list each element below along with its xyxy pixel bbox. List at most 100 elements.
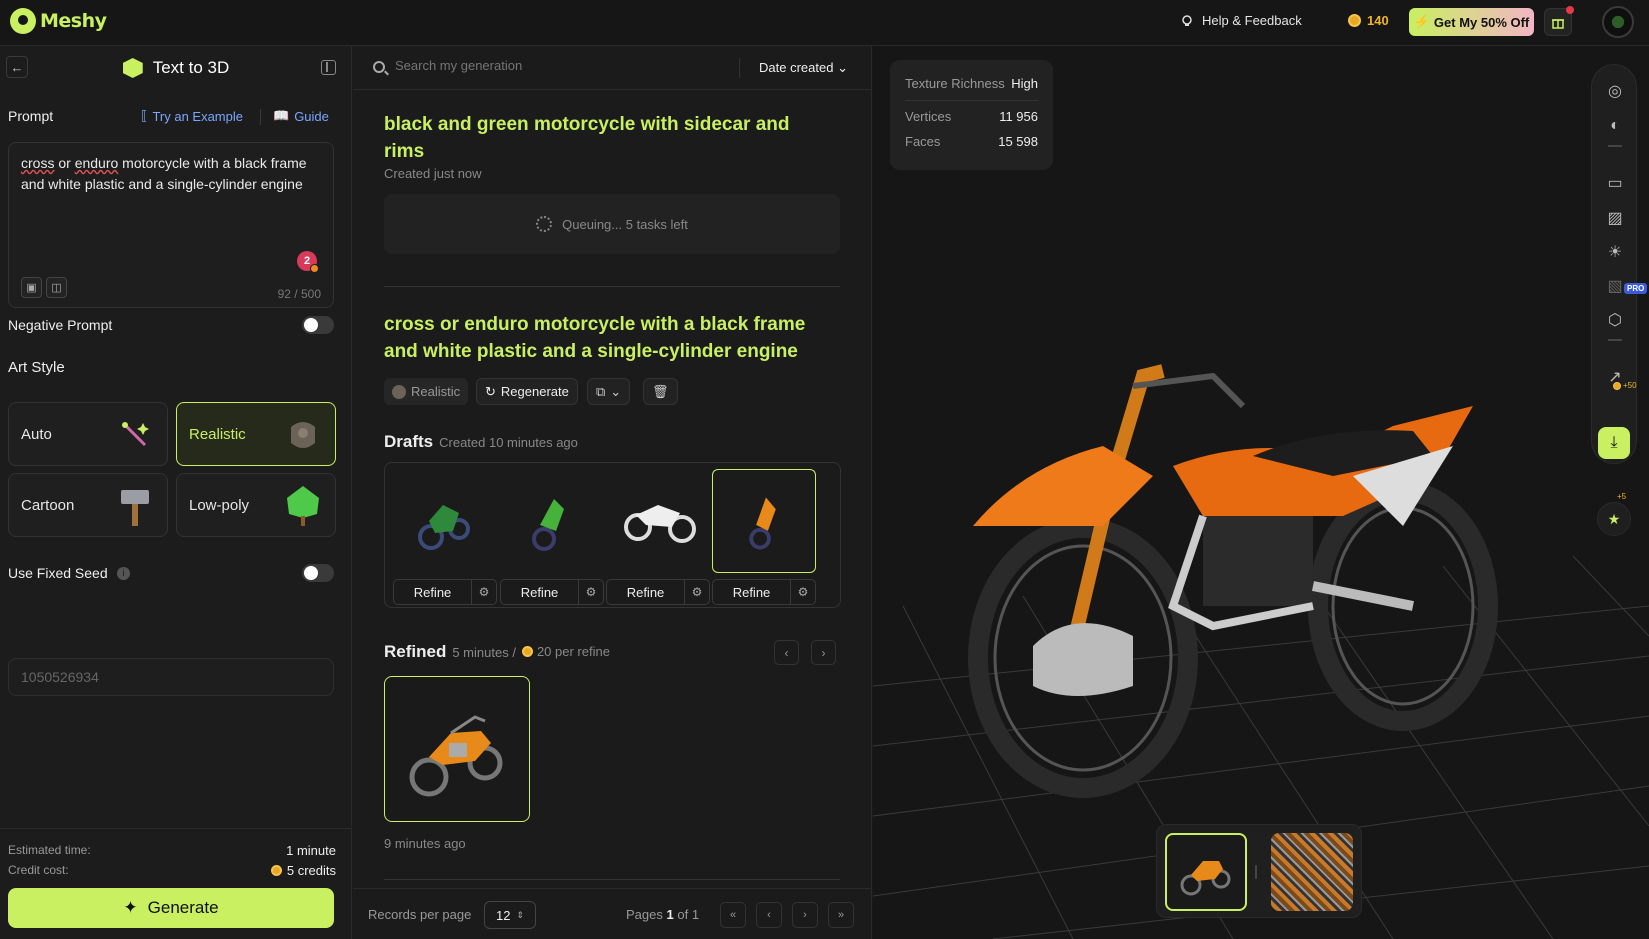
image-to-prompt-icon[interactable]: ▣	[21, 277, 42, 298]
prev-button[interactable]: ‹	[774, 640, 799, 665]
style-auto[interactable]: Auto	[8, 402, 168, 466]
refine-control: Refine ⚙	[606, 579, 710, 605]
divider	[1608, 145, 1622, 147]
viewer-toolbar: ◎ ◐ ▭ ▨ ☀ ▧ PRO ⬡ +50 ↗ ⤓	[1591, 64, 1648, 464]
settings-gear-icon[interactable]: ⚙	[685, 580, 709, 604]
divider	[384, 286, 840, 287]
negative-prompt-toggle[interactable]	[302, 316, 334, 334]
style-label: Cartoon	[21, 496, 75, 514]
sparkle-icon: ✦	[123, 898, 138, 917]
settings-gear-icon[interactable]: ⚙	[472, 580, 496, 604]
copy-dropdown[interactable]: ⧉ ⌄	[587, 378, 631, 405]
refine-button[interactable]: Refine	[394, 580, 472, 604]
model-stats-panel: Texture Richness High Vertices 11 956 Face…	[890, 60, 1053, 170]
motorcycle-image	[532, 499, 564, 551]
model-view-thumbnail[interactable]	[1165, 833, 1247, 911]
texture-icon[interactable]: ▧	[1605, 276, 1625, 296]
texture-map-thumbnail[interactable]	[1271, 833, 1353, 911]
draft-thumbnail[interactable]	[500, 469, 604, 573]
refine-button[interactable]: Refine	[713, 580, 791, 604]
refine-control: Refine ⚙	[712, 579, 816, 605]
prompt-label: Prompt	[8, 108, 54, 124]
seed-input[interactable]: 1050526934	[8, 658, 334, 696]
try-example-link[interactable]: ⟦ Try an Example	[141, 108, 243, 124]
panel-title: Text to 3D	[152, 58, 230, 77]
motorcycle-model	[968, 364, 1498, 798]
first-page-button[interactable]: «	[720, 902, 746, 928]
help-feedback-label: Help & Feedback	[1202, 13, 1302, 28]
offer-label: Get My 50% Off	[1433, 14, 1530, 30]
get-discount-button[interactable]: ⚡ Get My 50% Off	[1409, 8, 1534, 36]
sort-dropdown[interactable]: Date created ⌄	[759, 60, 848, 76]
est-time-label: Estimated time:	[8, 843, 91, 857]
armor-thumbnail	[291, 422, 315, 448]
pages-info: Pages 1 of 1	[626, 907, 699, 922]
try-example-label: Try an Example	[152, 108, 243, 124]
next-page-button[interactable]: ›	[792, 902, 818, 928]
settings-gear-icon[interactable]: ⚙	[791, 580, 815, 604]
download-button[interactable]: ⤓	[1598, 427, 1630, 459]
records-per-page-select[interactable]: 12 ⇕	[484, 901, 536, 929]
collapse-panel-icon[interactable]	[321, 60, 336, 75]
feedback-star-button[interactable]: ★	[1597, 502, 1631, 536]
divider	[384, 879, 840, 880]
refined-model-card[interactable]	[384, 676, 530, 822]
regenerate-button[interactable]: ↻ Regenerate	[476, 378, 578, 405]
wireframe-icon[interactable]: ▨	[1605, 208, 1625, 228]
gift-button[interactable]	[1544, 6, 1574, 36]
sphere-grid-icon[interactable]: ◎	[1605, 81, 1625, 101]
arrow-left-icon: ←	[10, 59, 24, 75]
motorcycle-image	[749, 497, 776, 550]
coin-icon	[270, 865, 282, 876]
style-label: Auto	[21, 425, 52, 443]
draft-thumbnail[interactable]	[606, 469, 710, 573]
style-realistic[interactable]: Realistic	[176, 402, 336, 466]
model-icon[interactable]: ⬡	[1605, 310, 1625, 330]
lightbulb-icon	[1182, 14, 1192, 26]
refine-cost: 20 per refine	[536, 644, 610, 659]
guide-link[interactable]: 📖 Guide	[273, 108, 329, 124]
prev-page-button[interactable]: ‹	[756, 902, 782, 928]
lightning-icon: ⚡	[1413, 14, 1430, 29]
3d-viewer[interactable]: Texture Richness High Vertices 11 956 Face…	[873, 46, 1649, 939]
motorcycle-image	[418, 505, 470, 550]
fixed-seed-toggle[interactable]	[302, 564, 334, 582]
drafts-sub: Created 10 minutes ago	[439, 435, 578, 450]
user-avatar[interactable]	[1602, 6, 1634, 38]
trash-icon: 🗑	[652, 383, 669, 399]
info-icon[interactable]: i	[117, 567, 130, 580]
last-page-button[interactable]: »	[828, 902, 854, 928]
sort-label: Date created	[759, 60, 834, 75]
search-bar: Date created ⌄	[353, 46, 872, 90]
gift-icon	[1552, 19, 1564, 29]
meshy-logo[interactable]: Meshy	[10, 8, 107, 34]
next-button[interactable]: ›	[811, 640, 836, 665]
star-icon: ★	[1607, 510, 1621, 527]
prompt-textarea[interactable]: cross or enduro motorcycle with a black …	[8, 142, 334, 308]
back-button[interactable]: ←	[6, 56, 28, 78]
credits-balance[interactable]: 140	[1348, 13, 1389, 28]
material-sphere-icon[interactable]: ◐	[1605, 116, 1625, 136]
draft-thumbnail-selected[interactable]	[712, 469, 816, 573]
style-cartoon[interactable]: Cartoon	[8, 473, 168, 537]
style-label: Realistic	[189, 425, 246, 443]
refine-button[interactable]: Refine	[501, 580, 579, 604]
help-feedback-button[interactable]: Help & Feedback	[1180, 13, 1302, 28]
grammar-badge[interactable]: 2	[297, 251, 319, 273]
monitor-icon[interactable]: ▭	[1605, 173, 1625, 193]
generate-button[interactable]: ✦ Generate	[8, 888, 334, 928]
settings-gear-icon[interactable]: ⚙	[579, 580, 603, 604]
style-low-poly[interactable]: Low-poly	[176, 473, 336, 537]
search-input[interactable]	[395, 58, 675, 73]
sun-icon[interactable]: ☀	[1605, 242, 1625, 262]
example-icon: ⟦	[141, 108, 148, 123]
prompt-library-icon[interactable]: ◫	[46, 277, 67, 298]
drafts-title: Drafts	[384, 432, 434, 451]
draft-thumbnail[interactable]	[393, 469, 497, 573]
refine-button[interactable]: Refine	[607, 580, 685, 604]
share-icon[interactable]: ↗	[1605, 367, 1625, 387]
delete-button[interactable]: 🗑	[643, 378, 678, 405]
spinner-icon	[536, 216, 553, 232]
prompt-word: or	[54, 155, 75, 171]
book-icon: 📖	[273, 108, 290, 123]
